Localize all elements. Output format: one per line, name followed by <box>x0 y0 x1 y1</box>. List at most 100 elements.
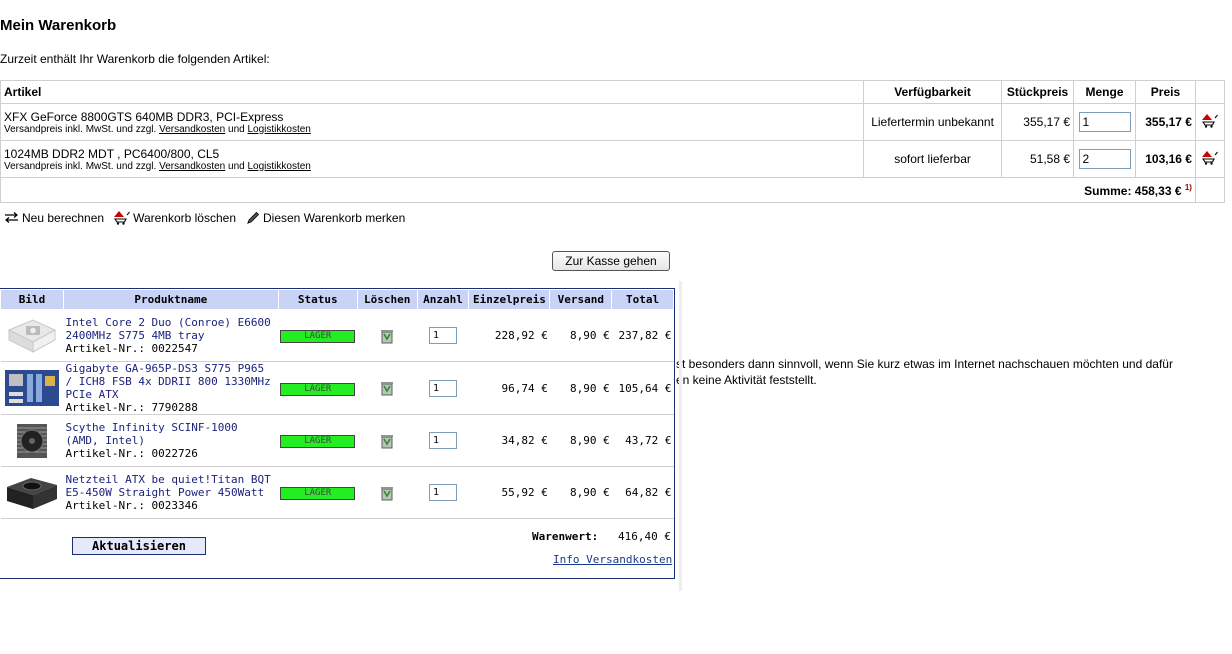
no-image-placeholder-icon[interactable] <box>3 316 61 356</box>
mini-cart-panel: Bild Produktname Status Löschen Anzahl E… <box>0 288 675 579</box>
panel-shadow <box>679 281 682 591</box>
remember-cart-label: Diesen Warenkorb merken <box>263 211 406 225</box>
col-actions <box>1194 80 1226 104</box>
status-badge: LAGER <box>280 330 356 343</box>
shipping-note: Versandpreis inkl. MwSt. und zzgl. Versa… <box>4 160 311 172</box>
quantity-input[interactable] <box>429 432 458 449</box>
col-total: Total <box>611 289 674 310</box>
col-loeschen: Löschen <box>356 289 418 310</box>
warenwert-value: 416,40 € <box>618 530 671 543</box>
cart-row: XFX GeForce 8800GTS 640MB DDR3, PCI-Expr… <box>0 103 1226 141</box>
col-produktname: Produktname <box>62 289 279 310</box>
background-text-line: st besonders dann sinnvoll, wenn Sie kur… <box>676 357 1173 371</box>
mini-cart-header-row: Bild Produktname Status Löschen Anzahl E… <box>0 289 674 310</box>
col-artikel: Artikel <box>0 80 865 104</box>
shipping-price: 8,90 € <box>549 309 612 362</box>
unit-price: 34,82 € <box>468 414 550 467</box>
cart-sum-row: Summe: 458,33 € 1) <box>0 177 1226 203</box>
availability: Liefertermin unbekannt <box>863 103 1003 141</box>
checkout-button[interactable]: Zur Kasse gehen <box>552 251 670 271</box>
unit-price: 96,74 € <box>468 361 550 415</box>
remember-cart-action[interactable]: Diesen Warenkorb merken <box>246 211 405 225</box>
mini-cart-table: Bild Produktname Status Löschen Anzahl E… <box>0 289 674 519</box>
trash-icon[interactable] <box>379 328 395 344</box>
background-text-line: en keine Aktivität feststellt. <box>676 373 817 387</box>
col-status: Status <box>277 289 358 310</box>
product-name: XFX GeForce 8800GTS 640MB DDR3, PCI-Expr… <box>4 109 284 124</box>
shipping-note: Versandpreis inkl. MwSt. und zzgl. Versa… <box>4 123 311 135</box>
status-badge: LAGER <box>280 487 356 500</box>
col-stueckpreis: Stückpreis <box>1001 80 1075 104</box>
versandkosten-link[interactable]: Versandkosten <box>159 161 225 172</box>
power-supply-icon[interactable] <box>3 473 61 513</box>
clear-cart-action[interactable]: Warenkorb löschen <box>114 211 236 225</box>
versandkosten-link[interactable]: Versandkosten <box>159 124 225 135</box>
cart-sum: Summe: 458,33 € <box>1084 183 1182 198</box>
line-price: 103,16 € <box>1135 140 1196 178</box>
quantity-input[interactable] <box>429 379 458 397</box>
remove-from-cart-icon[interactable] <box>1201 150 1218 168</box>
col-anzahl: Anzahl <box>416 289 470 310</box>
table-row: Gigabyte GA-965P-DS3 S775 P965 / ICH8 FS… <box>0 361 674 415</box>
line-total: 43,72 € <box>611 414 674 467</box>
trash-icon[interactable] <box>379 433 395 449</box>
recalculate-label: Neu berechnen <box>22 211 105 225</box>
quantity-input[interactable] <box>1078 112 1131 132</box>
unit-price: 355,17 € <box>1001 103 1075 141</box>
logistikkosten-link[interactable]: Logistikkosten <box>248 161 311 172</box>
col-einzelpreis: Einzelpreis <box>468 289 551 310</box>
status-badge: LAGER <box>280 382 356 396</box>
shipping-info-link[interactable]: Info Versandkosten <box>553 553 672 566</box>
article-number: Artikel-Nr.: 0022726 <box>65 447 198 460</box>
unit-price: 51,58 € <box>1001 140 1075 178</box>
shipping-price: 8,90 € <box>549 414 612 467</box>
product-link[interactable]: Gigabyte GA-965P-DS3 S775 P965 / ICH8 FS… <box>65 362 270 401</box>
logistikkosten-link[interactable]: Logistikkosten <box>248 124 311 135</box>
shipping-price: 8,90 € <box>549 466 612 519</box>
line-total: 105,64 € <box>611 361 674 415</box>
quantity-input[interactable] <box>1078 149 1131 169</box>
page-title: Mein Warenkorb <box>0 17 117 34</box>
quantity-input[interactable] <box>429 327 458 344</box>
clear-cart-label: Warenkorb löschen <box>133 211 236 225</box>
trash-icon[interactable] <box>379 485 395 501</box>
quantity-input[interactable] <box>429 484 458 501</box>
clear-cart-icon <box>114 211 130 225</box>
cart-actions: Neu berechnen Warenkorb löschen Diesen W… <box>4 211 405 225</box>
cart-intro-text: Zurzeit enthält Ihr Warenkorb die folgen… <box>0 52 270 66</box>
mainboard-icon[interactable] <box>3 368 61 408</box>
cpu-cooler-icon[interactable] <box>3 421 61 461</box>
recalculate-icon <box>5 211 18 223</box>
article-number: Artikel-Nr.: 0023346 <box>65 499 198 512</box>
product-name: 1024MB DDR2 MDT , PC6400/800, CL5 <box>4 146 220 161</box>
warenwert-label: Warenwert: <box>532 530 599 543</box>
shipping-price: 8,90 € <box>549 361 612 415</box>
col-preis: Preis <box>1135 80 1196 104</box>
table-row: Scythe Infinity SCINF-1000 (AMD, Intel) … <box>0 414 674 467</box>
unit-price: 55,92 € <box>468 466 550 519</box>
col-versand: Versand <box>549 289 613 310</box>
line-price: 355,17 € <box>1135 103 1196 141</box>
remove-from-cart-icon[interactable] <box>1201 113 1218 131</box>
cart-table: Artikel Verfügbarkeit Stückpreis Menge P… <box>0 80 1226 203</box>
table-row: Intel Core 2 Duo (Conroe) E6600 2400MHz … <box>0 309 674 362</box>
trash-icon[interactable] <box>379 380 395 396</box>
sum-footnote: 1) <box>1184 182 1192 192</box>
unit-price: 228,92 € <box>468 309 550 362</box>
col-verfuegbarkeit: Verfügbarkeit <box>863 80 1003 104</box>
product-link[interactable]: Netzteil ATX be quiet!Titan BQT E5-450W … <box>65 473 270 499</box>
product-link[interactable]: Intel Core 2 Duo (Conroe) E6600 2400MHz … <box>65 316 270 342</box>
availability: sofort lieferbar <box>863 140 1003 178</box>
cart-header-row: Artikel Verfügbarkeit Stückpreis Menge P… <box>0 80 1226 104</box>
col-menge: Menge <box>1073 80 1136 104</box>
product-link[interactable]: Scythe Infinity SCINF-1000 (AMD, Intel) <box>65 421 237 447</box>
line-total: 237,82 € <box>611 309 674 362</box>
status-badge: LAGER <box>280 435 356 448</box>
line-total: 64,82 € <box>611 466 674 519</box>
col-bild: Bild <box>0 289 64 310</box>
update-button[interactable]: Aktualisieren <box>72 537 206 555</box>
table-row: Netzteil ATX be quiet!Titan BQT E5-450W … <box>0 466 674 519</box>
pencil-icon <box>247 211 260 224</box>
cart-row: 1024MB DDR2 MDT , PC6400/800, CL5 Versan… <box>0 140 1226 178</box>
recalculate-action[interactable]: Neu berechnen <box>4 211 104 225</box>
